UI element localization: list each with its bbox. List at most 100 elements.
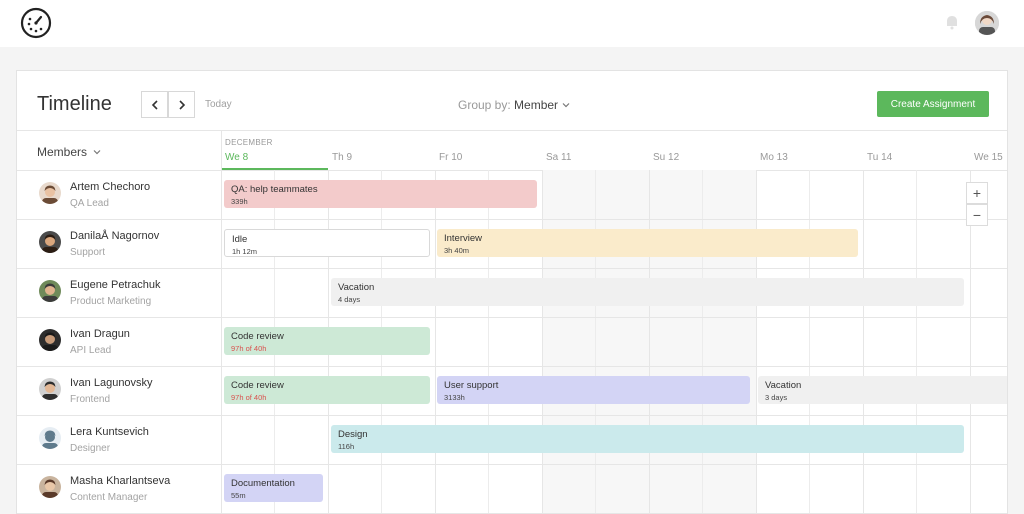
grid-line <box>488 170 489 514</box>
member-role: Frontend <box>70 394 111 405</box>
assignment-bar[interactable]: Code review 97h of 40h <box>224 376 430 404</box>
assignment-bar[interactable]: Code review 97h of 40h <box>224 327 430 355</box>
assignment-bar[interactable]: QA: help teammates 339h <box>224 180 537 208</box>
day-label: Sa 11 <box>546 152 572 163</box>
avatar <box>39 231 61 253</box>
member-name: DanilaÅ Nagornov <box>70 230 160 242</box>
member-name: Artem Chechoro <box>70 181 151 193</box>
grid-line <box>542 170 543 514</box>
group-by-label: Group by: <box>458 98 511 112</box>
chevron-down-icon[interactable] <box>93 148 101 156</box>
avatar <box>39 280 61 302</box>
member-role: Content Manager <box>70 492 148 503</box>
day-label: Su 12 <box>653 152 680 163</box>
assignment-hours: 3133h <box>444 393 465 402</box>
avatar <box>39 182 61 204</box>
assignment-title: QA: help teammates <box>231 184 318 195</box>
avatar <box>39 427 61 449</box>
chevron-right-icon <box>178 99 185 110</box>
assignment-hours: 1h 12m <box>232 247 258 256</box>
header-divider <box>17 130 1007 131</box>
member-row[interactable]: Lera Kuntsevich Designer <box>17 415 221 464</box>
member-role: QA Lead <box>70 198 109 209</box>
assignment-title: Idle <box>232 234 248 245</box>
assignment-title: Code review <box>231 331 284 342</box>
zoom-out-button[interactable]: − <box>966 204 988 226</box>
grid-line <box>702 170 703 514</box>
assignment-hours: 97h of 40h <box>231 393 267 402</box>
group-by-dropdown[interactable]: Group by: Member <box>458 98 558 112</box>
assignment-title: Design <box>338 429 368 440</box>
avatar <box>39 476 61 498</box>
member-name: Ivan Dragun <box>70 328 130 340</box>
day-label: Th 9 <box>332 152 353 163</box>
grid-line <box>435 170 436 514</box>
user-avatar[interactable] <box>975 11 999 35</box>
zoom-in-button[interactable]: + <box>966 182 988 204</box>
assignment-bar[interactable]: Vacation 4 days <box>331 278 964 306</box>
today-link[interactable]: Today <box>205 99 232 110</box>
member-role: Support <box>70 247 106 258</box>
top-bar <box>0 0 1024 47</box>
create-assignment-button[interactable]: Create Assignment <box>877 91 989 117</box>
grid-line <box>863 170 864 514</box>
assignment-bar[interactable]: Documentation 55m <box>224 474 323 502</box>
member-role: Product Marketing <box>70 296 152 307</box>
members-dropdown[interactable]: Members <box>37 145 87 159</box>
assignment-hours: 4 days <box>338 295 361 304</box>
page-title: Timeline <box>37 93 112 115</box>
assignment-hours: 3 days <box>765 393 788 402</box>
chevron-left-icon <box>151 99 158 110</box>
assignment-bar[interactable]: Vacation 3 days <box>758 376 1007 404</box>
assignment-title: Vacation <box>765 380 802 391</box>
day-label: We 8 <box>225 152 249 163</box>
member-name: Ivan Lagunovsky <box>70 377 153 389</box>
assignment-bar[interactable]: User support 3133h <box>437 376 750 404</box>
day-label: Tu 14 <box>867 152 893 163</box>
member-row[interactable]: Eugene Petrachuk Product Marketing <box>17 268 221 317</box>
assignment-title: User support <box>444 380 499 391</box>
next-week-button[interactable] <box>168 91 195 118</box>
assignment-bar[interactable]: Idle 1h 12m <box>224 229 430 257</box>
timeline-card: Timeline Today Group by: Member Create A… <box>16 70 1008 514</box>
assignment-title: Vacation <box>338 282 375 293</box>
month-label: DECEMBER <box>225 138 273 147</box>
avatar <box>39 378 61 400</box>
grid-line <box>809 170 810 514</box>
day-label: Fr 10 <box>439 152 463 163</box>
member-role: Designer <box>70 443 111 454</box>
bell-icon[interactable] <box>944 14 960 30</box>
assignment-title: Interview <box>444 233 483 244</box>
clock-icon[interactable] <box>20 7 52 39</box>
member-row[interactable]: Ivan Lagunovsky Frontend <box>17 366 221 415</box>
day-label: We 15 <box>974 152 1003 163</box>
member-role: API Lead <box>70 345 112 356</box>
member-row[interactable]: DanilaÅ Nagornov Support <box>17 219 221 268</box>
member-row[interactable]: Ivan Dragun API Lead <box>17 317 221 366</box>
assignment-title: Documentation <box>231 478 295 489</box>
assignment-bar[interactable]: Interview 3h 40m <box>437 229 858 257</box>
assignment-hours: 55m <box>231 491 246 500</box>
member-name: Masha Kharlantseva <box>70 475 171 487</box>
chevron-down-icon[interactable] <box>562 101 570 109</box>
member-row[interactable]: Artem Chechoro QA Lead <box>17 170 221 219</box>
assignment-bar[interactable]: Design 116h <box>331 425 964 453</box>
grid-line <box>756 170 757 514</box>
member-row[interactable]: Masha Kharlantseva Content Manager <box>17 464 221 513</box>
weekend-shading <box>543 170 757 514</box>
members-column-divider <box>221 131 222 514</box>
grid-line <box>649 170 650 514</box>
member-name: Eugene Petrachuk <box>70 279 161 291</box>
assignment-hours: 97h of 40h <box>231 344 267 353</box>
previous-week-button[interactable] <box>141 91 168 118</box>
grid-line <box>595 170 596 514</box>
avatar <box>39 329 61 351</box>
day-label: Mo 13 <box>760 152 788 163</box>
assignment-hours: 116h <box>338 442 355 451</box>
assignment-hours: 339h <box>231 197 248 206</box>
group-by-value: Member <box>514 98 559 112</box>
assignment-hours: 3h 40m <box>444 246 470 255</box>
assignment-title: Code review <box>231 380 284 391</box>
member-name: Lera Kuntsevich <box>70 426 149 438</box>
grid-line <box>916 170 917 514</box>
